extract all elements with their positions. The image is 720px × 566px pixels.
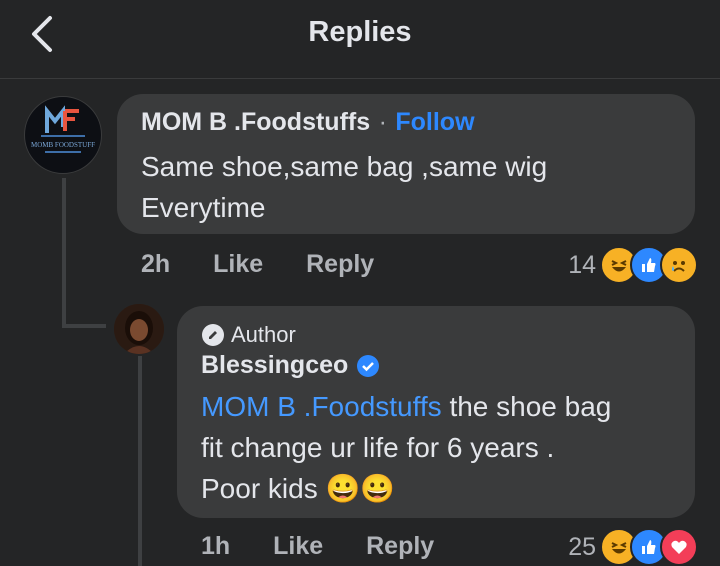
pencil-badge-icon: [202, 324, 224, 346]
header-bar: Replies: [0, 0, 720, 79]
reaction-count: 25: [568, 532, 596, 561]
thread-line-elbow: [62, 324, 106, 328]
reaction-count: 14: [568, 250, 596, 279]
mention-link[interactable]: MOM B .Foodstuffs: [201, 391, 442, 422]
sad-icon: [660, 246, 698, 284]
separator: ·: [378, 108, 387, 136]
momb-logo-icon: MOMB FOODSTUFF: [31, 105, 95, 153]
comment-time: 2h: [141, 250, 171, 278]
thread-line: [138, 356, 142, 566]
author-badge: Author: [201, 322, 296, 348]
comment-actions: 2h Like Reply: [141, 250, 410, 279]
grinning-emoji: 😀😀: [325, 473, 396, 504]
avatar[interactable]: [114, 304, 164, 354]
reaction-summary[interactable]: 14: [568, 246, 698, 284]
comment-bubble[interactable]: MOM B .Foodstuffs · Follow Same shoe,sam…: [117, 94, 695, 234]
author-badge-label: Author: [231, 322, 296, 347]
comment-text-line: Everytime: [141, 192, 266, 223]
reply-bubble[interactable]: Author Blessingceo MOM B .Foodstuffs the…: [177, 306, 695, 518]
reply-text-line: Poor kids: [201, 473, 326, 504]
reply-button[interactable]: Reply: [366, 532, 434, 560]
thread-line: [62, 178, 66, 328]
reply-text-line: the shoe bag: [441, 391, 612, 422]
profile-photo-icon: [114, 304, 164, 354]
reply-time: 1h: [201, 532, 231, 560]
love-icon: [660, 528, 698, 566]
verified-badge-icon: [357, 354, 380, 377]
comment-text-line: Same shoe,same bag ,same wig: [141, 151, 548, 182]
comment-author[interactable]: MOM B .Foodstuffs: [141, 108, 370, 136]
avatar[interactable]: MOMB FOODSTUFF: [24, 96, 102, 174]
reply-author[interactable]: Blessingceo: [201, 351, 348, 380]
like-button[interactable]: Like: [273, 532, 323, 560]
follow-button[interactable]: Follow: [395, 108, 474, 136]
reply-text-line: fit change ur life for 6 years .: [201, 432, 555, 463]
page-title: Replies: [308, 16, 412, 48]
logo-text: MOMB FOODSTUFF: [31, 141, 95, 149]
reply-actions: 1h Like Reply: [201, 532, 470, 561]
reply-button[interactable]: Reply: [306, 250, 374, 278]
like-button[interactable]: Like: [213, 250, 263, 278]
reaction-summary[interactable]: 25: [568, 528, 698, 566]
